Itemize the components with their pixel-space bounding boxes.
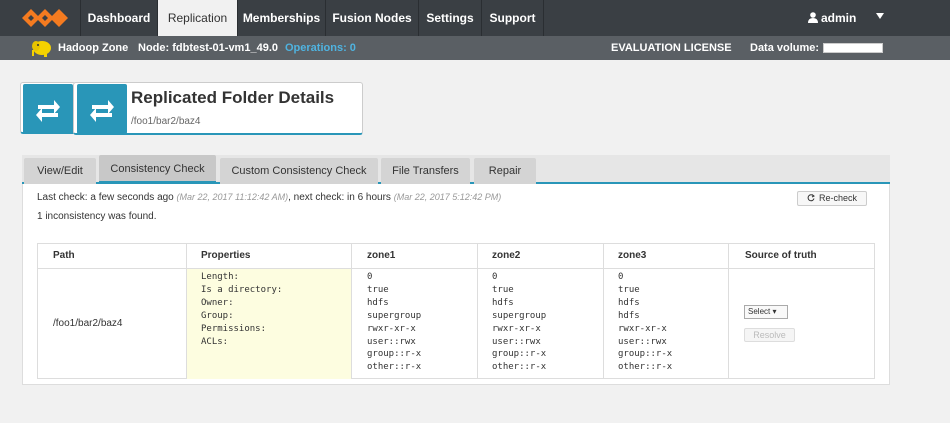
last-check-info: Last check: a few seconds ago (Mar 22, 2… — [37, 192, 501, 203]
data-volume-label: Data volume: — [750, 42, 820, 54]
user-icon — [808, 12, 818, 23]
sync-arrows-icon — [90, 100, 114, 122]
last-check-text: Last check: a few seconds ago — [37, 192, 174, 203]
source-of-truth-select[interactable]: Select ▾ — [744, 305, 788, 319]
recheck-label: Re-check — [818, 193, 857, 203]
select-caret-icon: ▾ — [772, 307, 777, 316]
user-menu[interactable]: admin — [808, 0, 856, 36]
sync-arrows-icon — [36, 100, 60, 122]
column-divider — [186, 243, 187, 379]
column-divider — [477, 243, 478, 379]
recheck-button[interactable]: Re-check — [797, 191, 867, 206]
tab-repair[interactable]: Repair — [474, 158, 536, 184]
zone1-values: 0 true hdfs supergroup rwxr-xr-x user::r… — [367, 272, 422, 373]
replication-icon-box — [23, 84, 73, 134]
nav-memberships[interactable]: Memberships — [237, 0, 325, 36]
status-bar: Hadoop Zone Node: fdbtest-01-vm1_49.0 Op… — [0, 36, 950, 60]
column-header-path: Path — [53, 250, 75, 261]
inconsistency-result: 1 inconsistency was found. — [37, 211, 157, 222]
nav-dashboard[interactable]: Dashboard — [80, 0, 157, 36]
zone2-values: 0 true hdfs supergroup rwxr-xr-x user::r… — [492, 272, 547, 373]
last-check-timestamp: (Mar 22, 2017 11:12:42 AM) — [176, 192, 289, 202]
data-volume-bar — [823, 43, 883, 53]
top-nav: Dashboard Replication Memberships Fusion… — [0, 0, 950, 36]
column-header-properties: Properties — [201, 250, 251, 261]
tab-view-edit[interactable]: View/Edit — [24, 158, 96, 184]
operations-count[interactable]: Operations: 0 — [285, 36, 356, 60]
zone3-values: 0 true hdfs hdfs rwxr-xr-x user::rwx gro… — [618, 272, 673, 373]
column-divider — [351, 243, 352, 379]
user-name: admin — [821, 11, 857, 25]
column-divider — [603, 243, 604, 379]
chevron-down-icon[interactable] — [876, 13, 884, 19]
next-check-text: , next check: in 6 hours — [288, 192, 391, 203]
column-header-zone1: zone1 — [367, 250, 396, 261]
nav-settings[interactable]: Settings — [418, 0, 481, 36]
tab-custom-consistency-check[interactable]: Custom Consistency Check — [220, 158, 378, 184]
nav-replication[interactable]: Replication — [157, 0, 237, 36]
wandisco-logo[interactable] — [22, 8, 70, 28]
tab-file-transfers[interactable]: File Transfers — [381, 158, 470, 184]
zone-label: Hadoop Zone — [58, 42, 129, 54]
column-header-source-of-truth: Source of truth — [745, 250, 817, 261]
nav-fusion-nodes[interactable]: Fusion Nodes — [325, 0, 418, 36]
node-label: Node: fdbtest-01-vm1_49.0 — [138, 42, 278, 54]
column-divider — [728, 243, 729, 379]
back-card[interactable] — [20, 82, 76, 134]
row-path: /foo1/bar2/baz4 — [53, 318, 123, 329]
hadoop-elephant-icon — [32, 41, 51, 57]
column-header-zone3: zone3 — [618, 250, 647, 261]
refresh-icon — [807, 194, 815, 202]
resolve-button[interactable]: Resolve — [744, 328, 795, 342]
folder-path: /foo1/bar2/baz4 — [131, 116, 201, 127]
properties-list: Length: Is a directory: Owner: Group: Pe… — [201, 272, 283, 347]
license-label: EVALUATION LICENSE — [611, 42, 732, 54]
folder-icon-box — [77, 84, 127, 134]
select-label: Select — [748, 307, 771, 316]
next-check-timestamp: (Mar 22, 2017 5:12:42 PM) — [393, 192, 502, 202]
page-title: Replicated Folder Details — [131, 88, 335, 107]
nav-support[interactable]: Support — [481, 0, 544, 36]
column-header-zone2: zone2 — [492, 250, 521, 261]
tab-consistency-check[interactable]: Consistency Check — [99, 155, 216, 183]
